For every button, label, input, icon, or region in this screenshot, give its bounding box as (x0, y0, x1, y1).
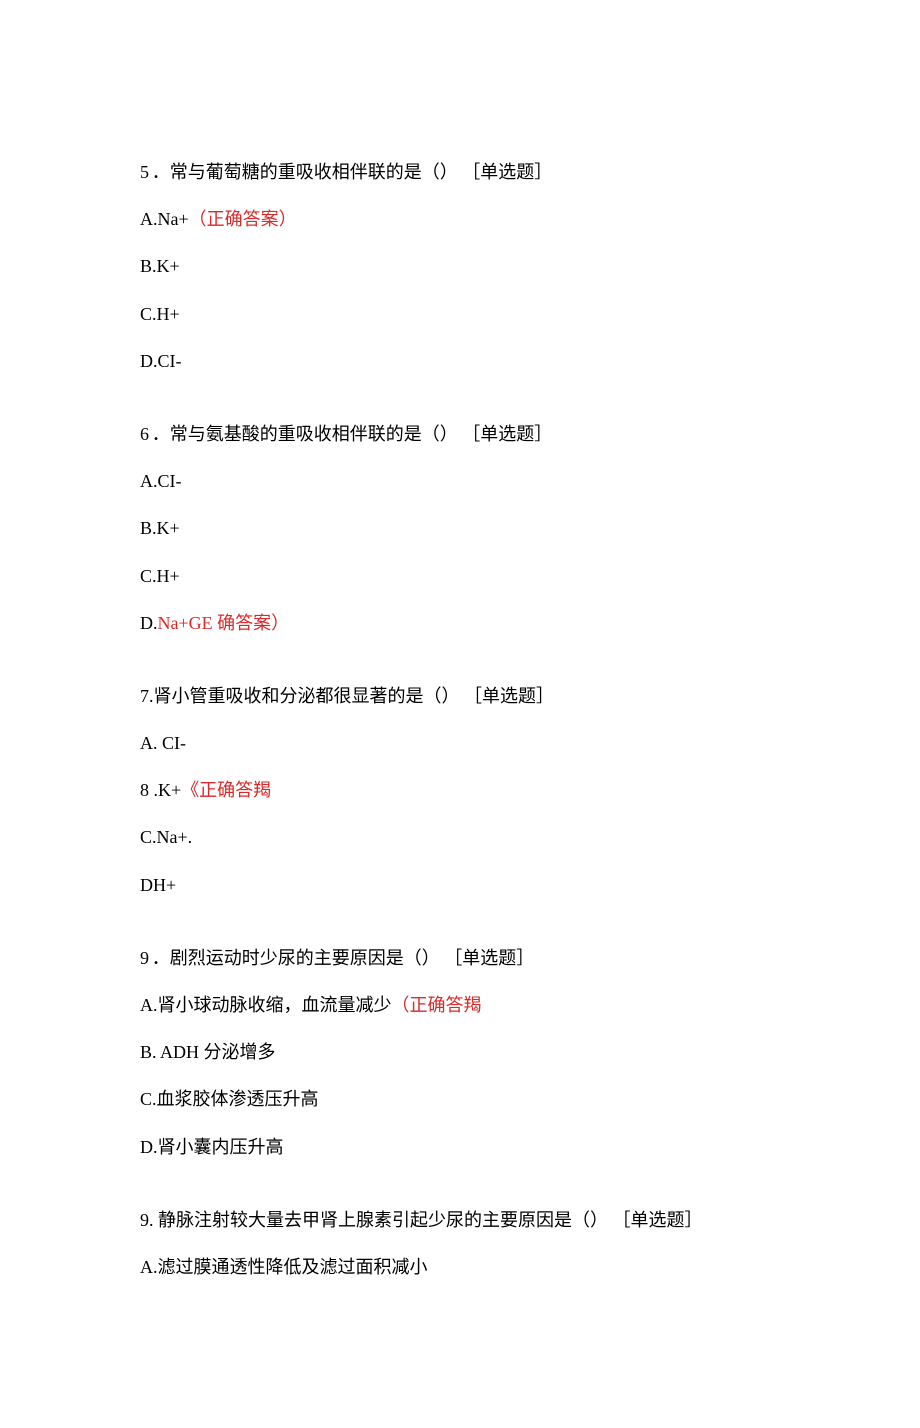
q8-number: 9 (140, 948, 152, 968)
q8-option-c: C.血浆胶体渗透压升高 (140, 1087, 780, 1112)
q9-option-a: A.滤过膜通透性降低及滤过面积减小 (140, 1255, 780, 1280)
q5-option-b: B.K+ (140, 254, 780, 279)
q5-stem: 常与葡萄糖的重吸收相伴联的是（） ［单选题］ (170, 162, 553, 182)
question-6-text: 6．常与氨基酸的重吸收相伴联的是（） ［单选题］ (140, 422, 780, 447)
q6-number: 6 (140, 424, 152, 444)
q6-option-d: D.Na+GE 确答案） (140, 611, 780, 636)
question-5: 5．常与葡萄糖的重吸收相伴联的是（） ［单选题］ A.Na+（正确答案） B.K… (140, 160, 780, 374)
question-8-text: 9．剧烈运动时少尿的主要原因是（） ［单选题］ (140, 946, 780, 971)
question-6: 6．常与氨基酸的重吸收相伴联的是（） ［单选题］ A.CI- B.K+ C.H+… (140, 422, 780, 636)
question-9-text: 9. 静脉注射较大量去甲肾上腺素引起少尿的主要原因是（） ［单选题］ (140, 1208, 780, 1233)
q7-b-highlight: 《正确答羯 (181, 780, 271, 800)
q5-a-highlight: （正确答案） (189, 209, 297, 229)
q8-dot: ． (152, 948, 170, 968)
q7-option-b: 8 .K+《正确答羯 (140, 778, 780, 803)
q8-option-a: A.肾小球动脉收缩，血流量减少（正确答羯 (140, 993, 780, 1018)
q6-dot: ． (152, 424, 170, 444)
q8-a-prefix: A.肾小球动脉收缩，血流量减少 (140, 995, 392, 1015)
q8-option-d: D.肾小囊内压升高 (140, 1135, 780, 1160)
q7-option-a: A. CI- (140, 731, 780, 756)
q7-option-d: DH+ (140, 873, 780, 898)
question-8: 9．剧烈运动时少尿的主要原因是（） ［单选题］ A.肾小球动脉收缩，血流量减少（… (140, 946, 780, 1160)
q6-option-c: C.H+ (140, 564, 780, 589)
q6-option-b: B.K+ (140, 516, 780, 541)
q8-option-b: B. ADH 分泌增多 (140, 1040, 780, 1065)
q6-stem: 常与氨基酸的重吸收相伴联的是（） ［单选题］ (170, 424, 553, 444)
q7-b-prefix: 8 .K+ (140, 780, 181, 800)
q5-option-d: D.CI- (140, 349, 780, 374)
q5-number: 5 (140, 162, 152, 182)
question-9: 9. 静脉注射较大量去甲肾上腺素引起少尿的主要原因是（） ［单选题］ A.滤过膜… (140, 1208, 780, 1280)
q6-d-highlight: Na+GE 确答案） (158, 613, 290, 633)
q5-a-prefix: A.Na+ (140, 209, 189, 229)
q6-d-prefix: D. (140, 613, 158, 633)
question-7: 7.肾小管重吸收和分泌都很显著的是（） ［单选题］ A. CI- 8 .K+《正… (140, 684, 780, 898)
q6-option-a: A.CI- (140, 469, 780, 494)
question-5-text: 5．常与葡萄糖的重吸收相伴联的是（） ［单选题］ (140, 160, 780, 185)
q8-stem: 剧烈运动时少尿的主要原因是（） ［单选题］ (170, 948, 535, 968)
q8-a-highlight: （正确答羯 (392, 995, 482, 1015)
q7-option-c: C.Na+. (140, 825, 780, 850)
q5-option-a: A.Na+（正确答案） (140, 207, 780, 232)
q5-option-c: C.H+ (140, 302, 780, 327)
q5-dot: ． (152, 162, 170, 182)
question-7-text: 7.肾小管重吸收和分泌都很显著的是（） ［单选题］ (140, 684, 780, 709)
